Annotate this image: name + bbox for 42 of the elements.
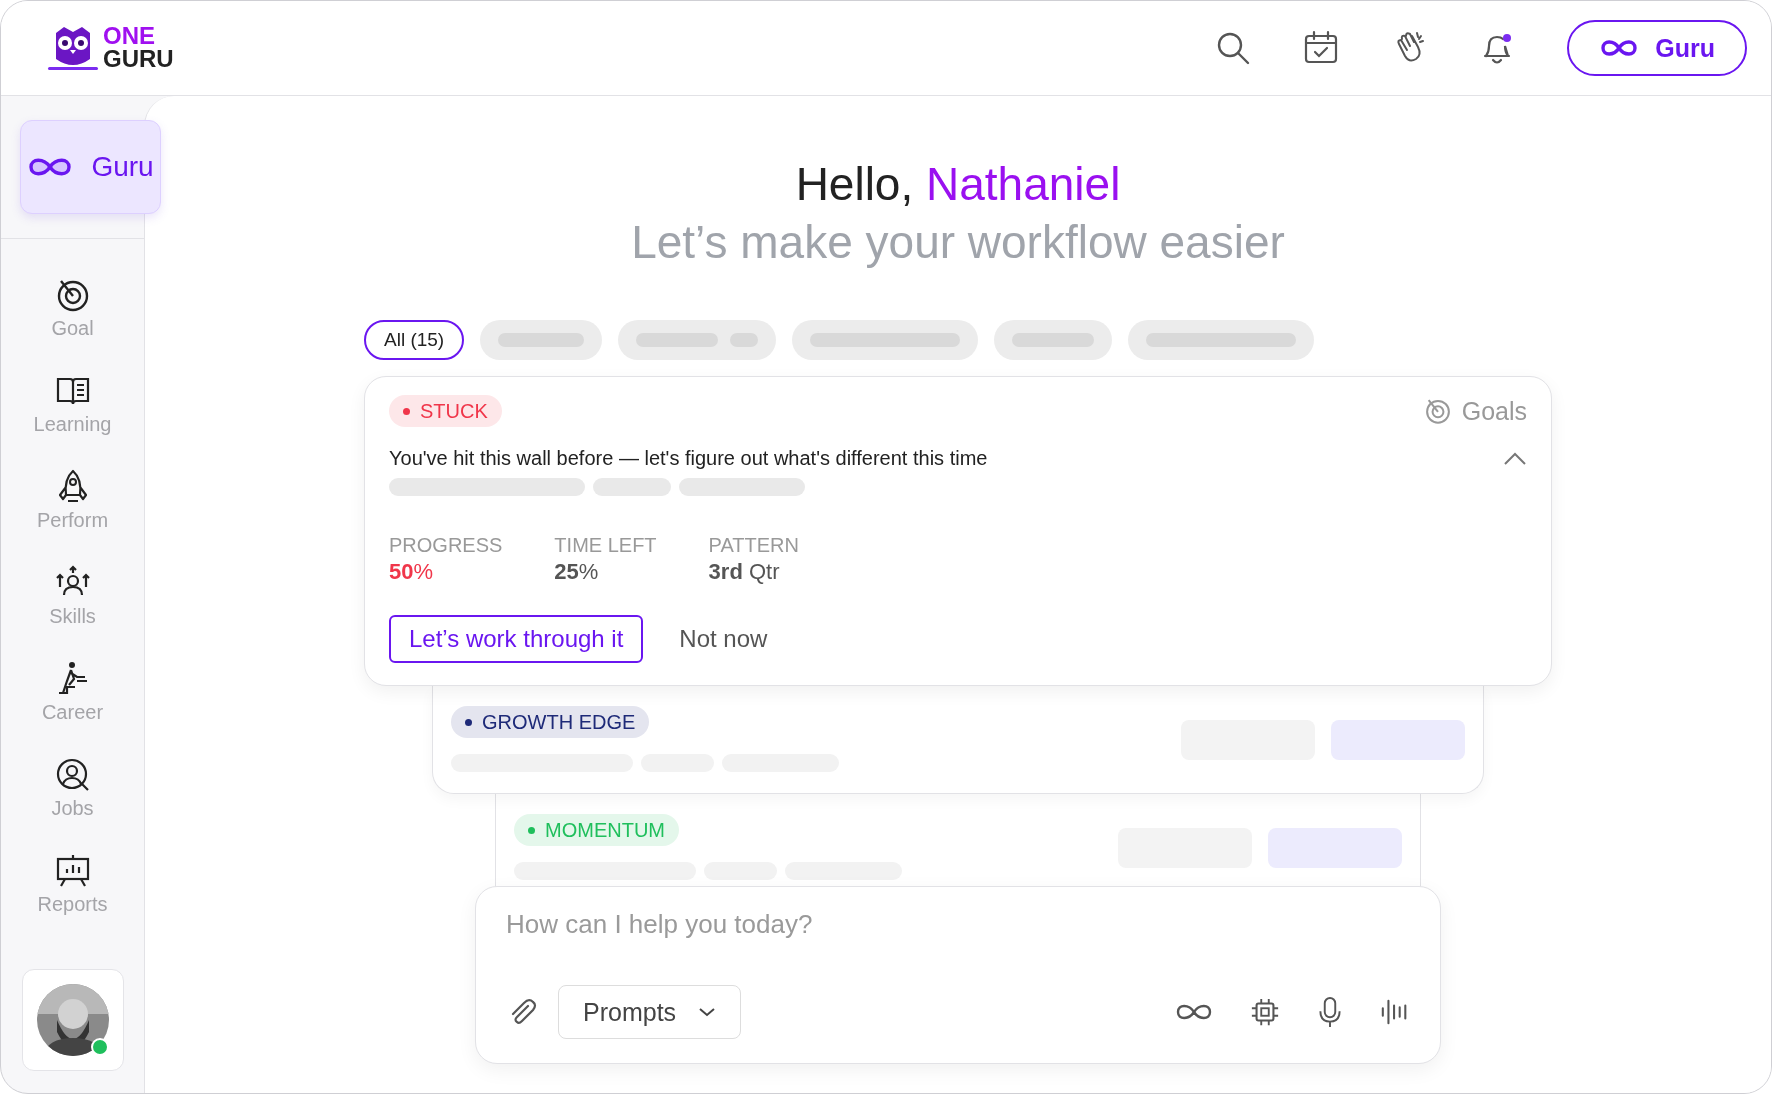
presentation-chart-icon	[54, 853, 91, 889]
stat-value: 3rd Qtr	[708, 559, 781, 585]
sidebar-item[interactable]: Learning	[33, 373, 112, 453]
message-input[interactable]: How can I help you today?	[506, 909, 1410, 940]
status-tag: STUCK	[389, 395, 502, 427]
status-tag: MOMENTUM	[514, 814, 679, 846]
sidebar-item[interactable]: Goal	[33, 277, 112, 357]
calendar-icon[interactable]	[1303, 30, 1340, 66]
work-through-button[interactable]: Let’s work through it	[389, 615, 644, 663]
card-message: You've hit this wall before — let's figure out what's different this time	[389, 447, 988, 470]
status-tag: GROWTH EDGE	[451, 706, 650, 738]
microphone-icon[interactable]	[1316, 995, 1344, 1029]
sidebar-item[interactable]: Career	[33, 661, 112, 741]
infinity-icon	[27, 156, 74, 178]
sidebar-item[interactable]: Reports	[33, 853, 112, 933]
filter-chip[interactable]: All (15)	[364, 320, 465, 360]
user-name: Nathaniel	[926, 158, 1121, 210]
subtitle: Let’s make your workflow easier	[631, 215, 1285, 270]
guru-button[interactable]: Guru	[20, 120, 161, 214]
chip-icon[interactable]	[1250, 997, 1280, 1027]
infinity-icon[interactable]	[1174, 1002, 1214, 1022]
not-now-button[interactable]: Not now	[679, 625, 768, 653]
chevron-down-icon	[698, 1007, 717, 1017]
prompts-dropdown[interactable]: Prompts	[558, 985, 742, 1039]
logo-text: GURU	[103, 48, 174, 71]
sidebar-item[interactable]: Perform	[33, 469, 112, 549]
search-icon[interactable]	[1215, 30, 1252, 66]
sidebar-item[interactable]: Jobs	[33, 757, 112, 837]
stat-label: PATTERN	[708, 534, 799, 557]
infinity-icon	[1599, 38, 1640, 58]
greeting-text: Hello,	[795, 158, 914, 210]
guru-button[interactable]: Guru	[1567, 20, 1747, 76]
collapse-chevron-icon[interactable]	[1503, 451, 1527, 466]
person-search-icon	[54, 757, 91, 793]
sidebar-item[interactable]: Skills	[33, 565, 112, 645]
stat-label: TIME LEFT	[554, 534, 657, 557]
target-icon	[1423, 397, 1452, 425]
stat-value: 25%	[554, 559, 600, 585]
stat-value: 50%	[389, 559, 435, 585]
logo-text: ONE	[103, 25, 156, 48]
stat-label: PROGRESS	[389, 534, 503, 557]
category-label: Goals	[1461, 396, 1527, 426]
